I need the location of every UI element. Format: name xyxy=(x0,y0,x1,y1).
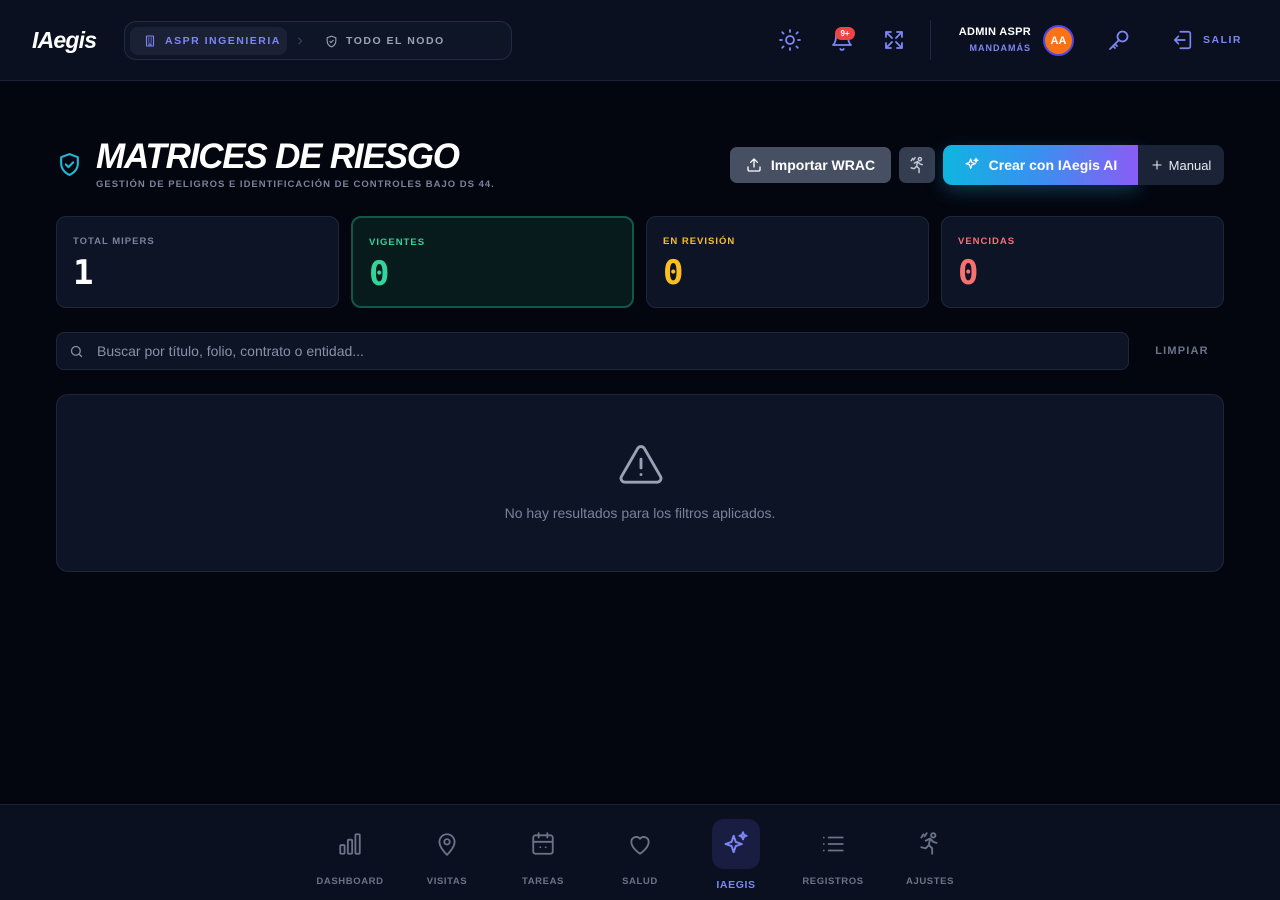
nav-label: AJUSTES xyxy=(905,876,955,887)
results-panel: No hay resultados para los filtros aplic… xyxy=(56,394,1224,572)
building-icon xyxy=(144,35,156,47)
logout-label: SALIR xyxy=(1203,34,1242,46)
page-title: MATRICES DE RIESGO xyxy=(96,137,460,176)
user-name: ADMIN ASPR xyxy=(958,26,1031,38)
create-with-ai-button[interactable]: Crear con IAegis AI xyxy=(943,145,1138,185)
nav-label: TAREAS xyxy=(522,876,564,887)
nav-item-ajustes[interactable]: AJUSTES xyxy=(882,819,978,893)
search-input[interactable] xyxy=(97,333,1117,369)
nav-item-registros[interactable]: REGISTROS xyxy=(785,819,881,893)
calendar-icon xyxy=(519,819,567,869)
runner-button[interactable] xyxy=(899,147,935,183)
nav-label: DASHBOARD xyxy=(316,876,384,887)
user-role: MANDAMÁS xyxy=(969,43,1031,53)
stat-label: VENCIDAS xyxy=(958,236,1016,247)
sparkles-icon xyxy=(712,819,760,869)
stat-label: EN REVISIÓN xyxy=(663,236,736,247)
upload-icon xyxy=(746,157,762,173)
nav-item-tareas[interactable]: TAREAS xyxy=(495,819,591,893)
create-with-ai-label: Crear con IAegis AI xyxy=(988,157,1118,173)
stat-label: TOTAL MIPERS xyxy=(73,236,155,247)
nav-label: REGISTROS xyxy=(802,876,864,887)
sun-icon[interactable] xyxy=(778,28,802,52)
breadcrumb-company[interactable]: ASPR INGENIERIA xyxy=(130,27,287,55)
manual-button[interactable]: Manual xyxy=(1138,145,1224,185)
stat-value: 0 xyxy=(958,253,979,293)
stat-card-vigentes[interactable]: VIGENTES 0 xyxy=(351,216,634,308)
stat-card-en-revision[interactable]: EN REVISIÓN 0 xyxy=(646,216,929,308)
bottom-nav: DASHBOARD VISITAS TAREAS SALUD IAEGIS RE… xyxy=(0,804,1280,900)
stat-value: 1 xyxy=(73,253,94,293)
nav-label: SALUD xyxy=(622,876,658,887)
clear-filters-button[interactable]: LIMPIAR xyxy=(1140,336,1224,366)
runner-icon xyxy=(908,156,927,175)
logout-button[interactable]: SALIR xyxy=(1172,27,1242,53)
top-bar: IAegis ASPR INGENIERIA TODO EL NODO 9+ A… xyxy=(0,0,1280,81)
nav-item-visitas[interactable]: VISITAS xyxy=(399,819,495,893)
stat-value: 0 xyxy=(663,253,684,293)
manual-label: Manual xyxy=(1168,157,1212,173)
sparkles-icon xyxy=(964,157,980,173)
nav-item-iaegis[interactable]: IAEGIS xyxy=(688,819,784,893)
shield-check-icon xyxy=(57,152,82,177)
nav-item-salud[interactable]: SALUD xyxy=(592,819,688,893)
search-box xyxy=(56,332,1129,370)
nav-item-dashboard[interactable]: DASHBOARD xyxy=(302,819,398,893)
key-icon[interactable] xyxy=(1107,28,1131,52)
breadcrumb: ASPR INGENIERIA TODO EL NODO xyxy=(124,21,512,60)
chevron-right-icon xyxy=(295,35,305,47)
breadcrumb-scope-label: TODO EL NODO xyxy=(346,35,445,47)
notification-badge: 9+ xyxy=(835,27,855,40)
stat-label: VIGENTES xyxy=(369,237,426,248)
empty-message: No hay resultados para los filtros aplic… xyxy=(504,505,776,521)
nav-label: IAEGIS xyxy=(716,879,756,891)
search-icon xyxy=(69,344,84,359)
shield-icon xyxy=(325,35,338,48)
bar-chart-icon xyxy=(326,819,374,869)
stat-card-total[interactable]: TOTAL MIPERS 1 xyxy=(56,216,339,308)
list-icon xyxy=(809,819,857,869)
runner-icon xyxy=(906,819,954,869)
nav-label: VISITAS xyxy=(426,876,468,887)
warning-icon xyxy=(618,443,664,485)
page-subtitle: GESTIÓN DE PELIGROS E IDENTIFICACIÓN DE … xyxy=(96,179,495,190)
fullscreen-icon[interactable] xyxy=(882,28,906,52)
breadcrumb-scope[interactable]: TODO EL NODO xyxy=(325,27,445,55)
breadcrumb-company-label: ASPR INGENIERIA xyxy=(165,35,281,47)
avatar[interactable]: AA xyxy=(1043,25,1074,56)
plus-icon xyxy=(1151,159,1163,171)
import-wrac-label: Importar WRAC xyxy=(770,157,876,173)
logout-icon xyxy=(1172,29,1194,51)
import-wrac-button[interactable]: Importar WRAC xyxy=(730,147,891,183)
map-pin-icon xyxy=(423,819,471,869)
stat-value: 0 xyxy=(369,254,390,294)
heart-icon xyxy=(616,819,664,869)
stat-card-vencidas[interactable]: VENCIDAS 0 xyxy=(941,216,1224,308)
app-logo[interactable]: IAegis xyxy=(32,27,97,54)
